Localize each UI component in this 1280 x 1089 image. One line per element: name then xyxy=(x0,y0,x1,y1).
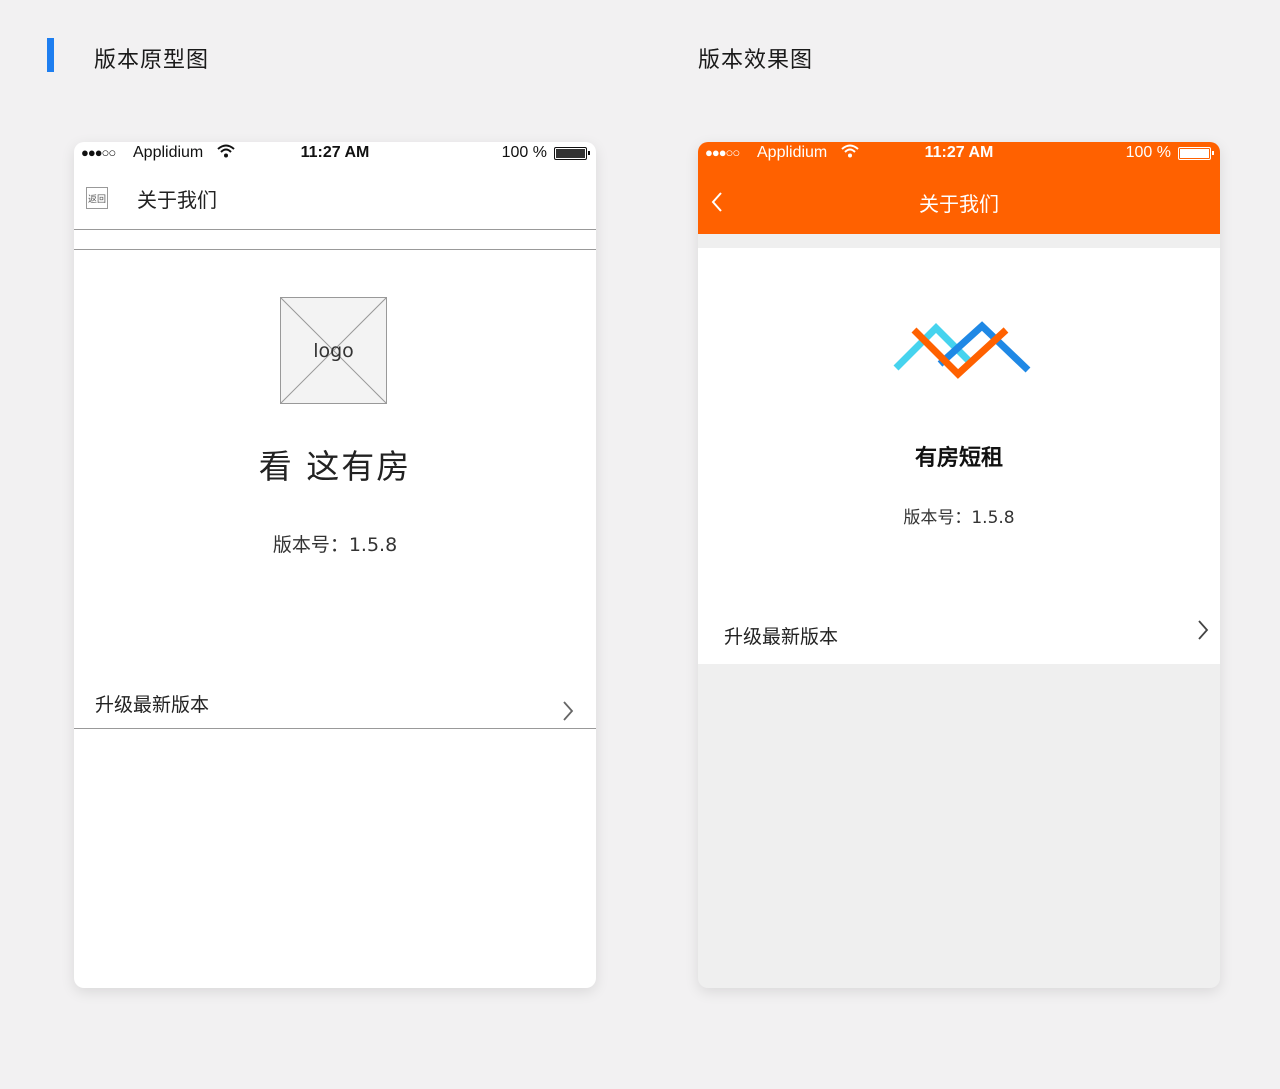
app-name: 有房短租 xyxy=(914,446,1003,471)
divider xyxy=(74,728,596,729)
chevron-right-icon xyxy=(1196,618,1210,649)
section-marker xyxy=(47,38,54,72)
final-phone: ●●●○○ Applidium 11:27 AM 100 % 关于我们 有房短租… xyxy=(698,142,1220,988)
logo-placeholder: logo xyxy=(280,297,387,404)
upgrade-row[interactable]: 升级最新版本 xyxy=(698,610,1220,660)
divider xyxy=(74,249,596,250)
logo-placeholder-label: logo xyxy=(313,340,354,362)
nav-bar: 返回 关于我们 xyxy=(74,166,596,230)
nav-title: 关于我们 xyxy=(137,188,217,212)
chevron-right-icon xyxy=(562,700,574,728)
version-label: 版本号：1.5.8 xyxy=(903,508,1015,528)
about-card: 有房短租 版本号：1.5.8 升级最新版本 xyxy=(698,248,1220,664)
final-heading: 版本效果图 xyxy=(698,48,814,73)
battery-icon xyxy=(554,147,590,160)
upgrade-label: 升级最新版本 xyxy=(95,694,210,716)
battery-label: 100 % xyxy=(501,144,547,161)
battery-icon xyxy=(1178,147,1214,160)
header-bar: ●●●○○ Applidium 11:27 AM 100 % 关于我们 xyxy=(698,142,1220,234)
back-button[interactable]: 返回 xyxy=(86,187,108,209)
prototype-heading: 版本原型图 xyxy=(94,48,210,73)
upgrade-label: 升级最新版本 xyxy=(724,626,839,648)
upgrade-row[interactable]: 升级最新版本 xyxy=(74,682,596,730)
nav-title: 关于我们 xyxy=(919,192,999,216)
app-name: 看 这有房 xyxy=(258,447,412,486)
version-label: 版本号：1.5.8 xyxy=(272,534,398,556)
status-bar: ●●●○○ Applidium 11:27 AM 100 % xyxy=(698,142,1220,166)
divider xyxy=(74,229,596,230)
battery-label: 100 % xyxy=(1125,144,1171,161)
app-logo xyxy=(892,316,1034,392)
prototype-phone: ●●●○○ Applidium 11:27 AM 100 % 返回 关于我们 l… xyxy=(74,142,596,988)
status-bar: ●●●○○ Applidium 11:27 AM 100 % xyxy=(74,142,596,166)
